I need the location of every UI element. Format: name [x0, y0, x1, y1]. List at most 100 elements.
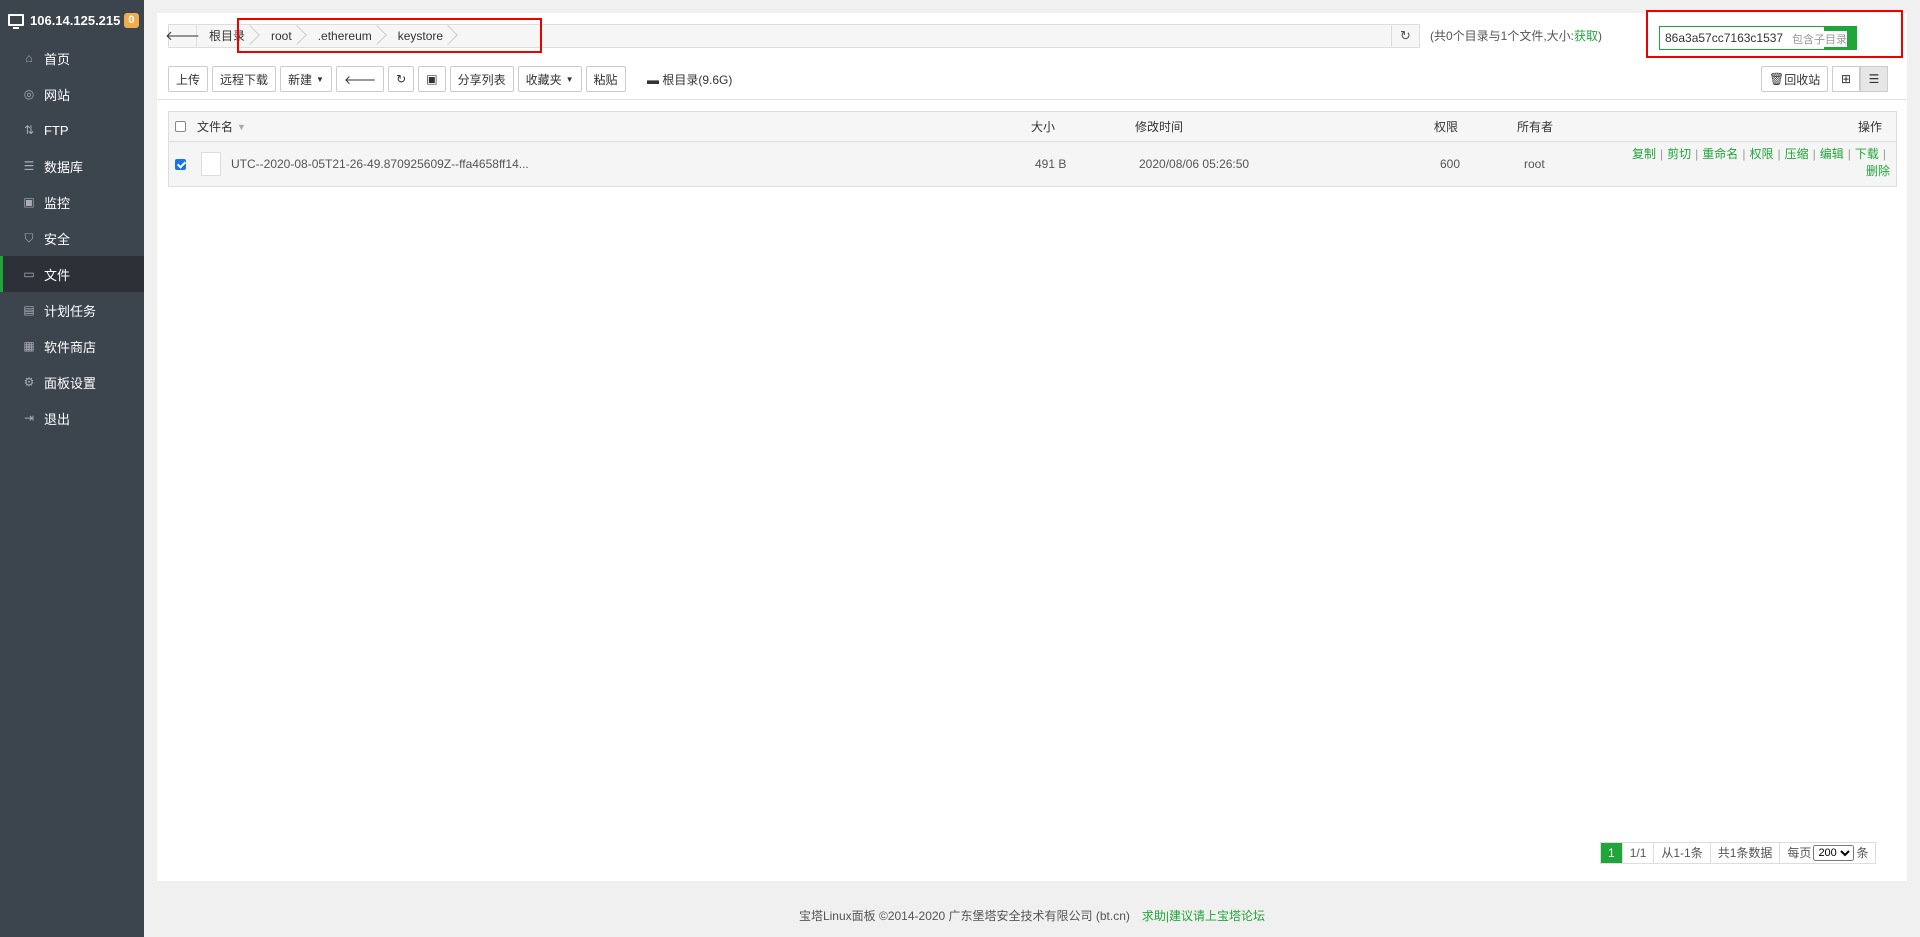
list-view-icon[interactable]: ☰ — [1860, 66, 1888, 92]
table-header: 文件名 ▼ 大小 修改时间 权限 所有者 操作 — [169, 112, 1896, 142]
server-header[interactable]: 106.14.125.215 0 — [0, 0, 144, 40]
refresh-icon[interactable]: ↻ — [1391, 25, 1419, 47]
sidebar-item-label: 软件商店 — [44, 339, 97, 355]
copyright: 宝塔Linux面板 ©2014-2020 广东堡塔安全技术有限公司 (bt.cn… — [798, 909, 1130, 923]
toolbar: 上传 远程下载 新建 ▼ 🡐 ↻ ▣ 分享列表 收藏夹 ▼ 粘贴 — [168, 66, 626, 92]
file-name[interactable]: UTC--2020-08-05T21-26-49.870925609Z--ffa… — [201, 142, 529, 186]
home-icon: ⌂ — [25, 51, 33, 65]
trash-icon: 🗑 — [1769, 72, 1785, 86]
header-mtime[interactable]: 修改时间 — [1135, 112, 1183, 141]
file-perm[interactable]: 600 — [1440, 142, 1460, 186]
sidebar-item-label: 首页 — [44, 51, 71, 67]
forum-link[interactable]: 求助|建议请上宝塔论坛 — [1142, 909, 1265, 923]
sidebar-item-website[interactable]: ◎ 网站 — [0, 76, 144, 112]
row-actions: 复制 | 剪切 | 重命名 | 权限 | 压缩 | 编辑 | 下载 | 删除 — [1632, 147, 1890, 178]
copy-link[interactable]: 复制 — [1632, 147, 1656, 161]
sidebar-item-label: 文件 — [44, 267, 71, 283]
header-ops: 操作 — [1857, 120, 1882, 134]
sidebar: 106.14.125.215 0 ⌂ 首页 ◎ 网站 ⇅ FTP ☰ 数据库 ▣ 监控 ⛉… — [0, 0, 144, 937]
rename-link[interactable]: 重命名 — [1702, 147, 1738, 161]
dir-info: (共0个目录与1个文件,大小:获取) — [1430, 29, 1603, 43]
sidebar-item-label: 安全 — [44, 231, 71, 247]
sidebar-item-cron[interactable]: ▤ 计划任务 — [0, 292, 144, 328]
hdd-icon: ▬ — [647, 73, 663, 87]
gear-icon: ⚙ — [23, 375, 35, 389]
header-perm[interactable]: 权限 — [1434, 112, 1458, 141]
share-list-button[interactable]: 分享列表 — [449, 66, 514, 92]
terminal-button[interactable]: ▣ — [418, 66, 446, 92]
sidebar-item-database[interactable]: ☰ 数据库 — [0, 148, 144, 184]
refresh-button[interactable]: ↻ — [388, 66, 415, 92]
cut-link[interactable]: 剪切 — [1667, 147, 1691, 161]
caret-down-icon: ▼ — [316, 74, 324, 84]
edit-link[interactable]: 编辑 — [1820, 147, 1844, 161]
remote-download-button[interactable]: 远程下载 — [212, 66, 277, 92]
compress-link[interactable]: 压缩 — [1785, 147, 1809, 161]
page-current[interactable]: 1 — [1601, 843, 1623, 863]
per-page: 每页 200 条 — [1780, 843, 1875, 863]
permission-link[interactable]: 权限 — [1749, 147, 1773, 161]
header-name[interactable]: 文件名 ▼ — [197, 112, 246, 141]
ftp-icon: ⇅ — [23, 123, 35, 137]
header-size[interactable]: 大小 — [1031, 112, 1055, 141]
terminal-icon: ▣ — [426, 72, 438, 86]
sidebar-item-ftp[interactable]: ⇅ FTP — [0, 112, 144, 148]
divider — [157, 99, 1907, 100]
sidebar-item-label: 监控 — [44, 195, 71, 211]
sidebar-item-label: 计划任务 — [44, 303, 97, 319]
sidebar-item-security[interactable]: ⛉ 安全 — [0, 220, 144, 256]
highlight-box-path — [237, 18, 542, 53]
header-owner[interactable]: 所有者 — [1517, 112, 1553, 141]
grid-view-icon[interactable]: ⊞ — [1832, 66, 1860, 92]
sort-icon: ▼ — [237, 121, 246, 132]
database-icon: ☰ — [23, 159, 35, 173]
get-size-link[interactable]: 获取 — [1574, 29, 1598, 43]
new-button[interactable]: 新建 ▼ — [280, 66, 332, 92]
globe-icon: ◎ — [23, 87, 35, 101]
file-size: 491 B — [1035, 157, 1067, 171]
recycle-bin-button[interactable]: 🗑 回收站 — [1761, 66, 1829, 92]
calendar-icon: ▤ — [23, 303, 35, 317]
back-button[interactable]: 🡐 — [335, 66, 385, 92]
sidebar-item-logout[interactable]: ⇥ 退出 — [0, 400, 144, 436]
upload-button[interactable]: 上传 — [168, 66, 209, 92]
sidebar-item-label: 数据库 — [44, 159, 84, 175]
row-checkbox[interactable] — [175, 142, 186, 186]
back-arrow-icon[interactable]: 🡐 — [165, 25, 200, 47]
file-manager-panel: 🡐 根目录 root .ethereum keystore ↻ (共0个目录与1… — [157, 10, 1907, 881]
sidebar-item-label: 退出 — [44, 411, 71, 427]
sidebar-item-label: 面板设置 — [44, 375, 97, 391]
table-row[interactable]: UTC--2020-08-05T21-26-49.870925609Z--ffa… — [169, 142, 1896, 186]
page-total: 共1条数据 — [1711, 843, 1781, 863]
monitor-icon: ▣ — [23, 195, 35, 209]
monitor-icon — [8, 14, 24, 29]
apps-icon: ▦ — [23, 339, 35, 353]
sidebar-item-files[interactable]: ▭ 文件 — [0, 256, 144, 292]
file-icon — [201, 152, 221, 176]
footer: 宝塔Linux面板 ©2014-2020 广东堡塔安全技术有限公司 (bt.cn… — [144, 907, 1920, 924]
select-all-checkbox[interactable] — [175, 112, 186, 141]
logout-icon: ⇥ — [23, 411, 35, 425]
view-toggle: ⊞ ☰ — [1832, 66, 1888, 92]
folder-icon: ▭ — [23, 267, 35, 281]
delete-link[interactable]: 删除 — [1866, 164, 1890, 178]
page-range: 从1-1条 — [1654, 843, 1711, 863]
file-owner: root — [1524, 157, 1545, 171]
refresh-icon: ↻ — [396, 72, 407, 86]
disk-info[interactable]: ▬ 根目录(9.6G) — [647, 71, 732, 88]
download-link[interactable]: 下载 — [1855, 147, 1879, 161]
sidebar-item-home[interactable]: ⌂ 首页 — [0, 40, 144, 76]
notification-badge[interactable]: 0 — [124, 12, 139, 28]
paste-button[interactable]: 粘贴 — [585, 66, 626, 92]
server-ip: 106.14.125.215 — [30, 12, 121, 28]
sidebar-item-monitor[interactable]: ▣ 监控 — [0, 184, 144, 220]
favorites-button[interactable]: 收藏夹 ▼ — [517, 66, 582, 92]
page-count: 1/1 — [1623, 843, 1655, 863]
sidebar-item-label: 网站 — [44, 87, 71, 103]
back-arrow-icon: 🡐 — [343, 72, 377, 87]
file-table: 文件名 ▼ 大小 修改时间 权限 所有者 操作 UTC--2020-08-05T2… — [168, 111, 1897, 187]
sidebar-item-settings[interactable]: ⚙ 面板设置 — [0, 364, 144, 400]
per-page-select[interactable]: 200 — [1813, 845, 1855, 861]
caret-down-icon: ▼ — [565, 74, 574, 84]
sidebar-item-store[interactable]: ▦ 软件商店 — [0, 328, 144, 364]
